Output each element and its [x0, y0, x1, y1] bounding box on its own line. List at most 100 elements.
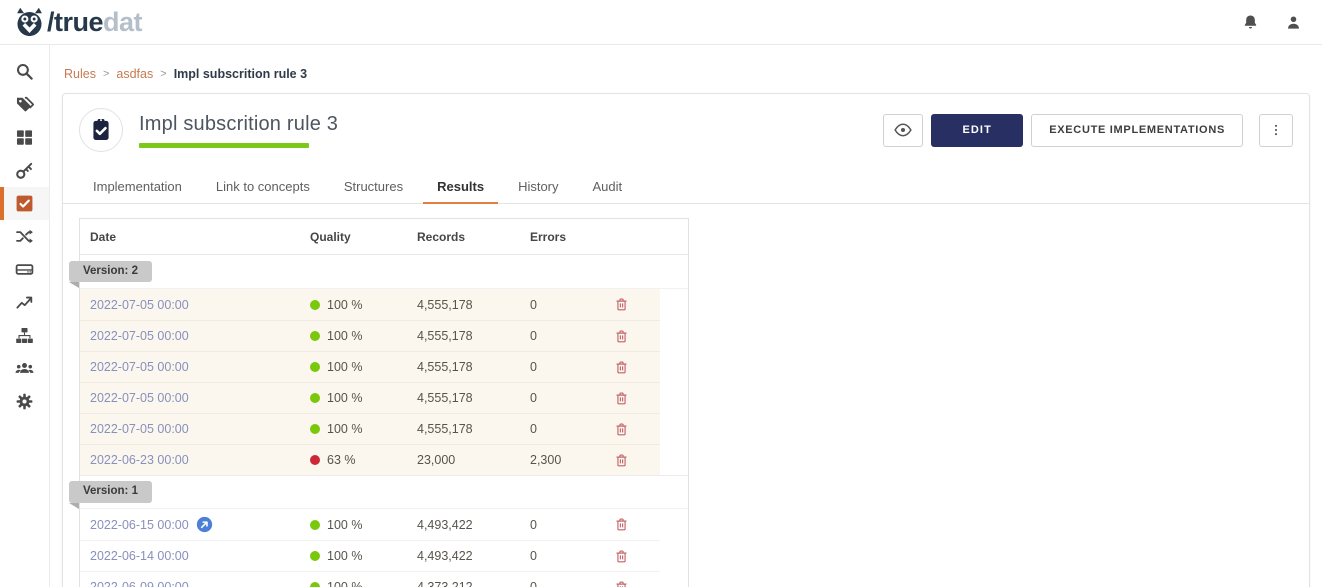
- records-value: 4,493,422: [407, 549, 520, 563]
- sidebar-item-tags[interactable]: [0, 88, 49, 121]
- errors-value: 0: [520, 549, 600, 563]
- column-header-quality: Quality: [300, 230, 407, 244]
- records-value: 23,000: [407, 453, 520, 467]
- drive-icon: [15, 260, 34, 279]
- delete-result-button[interactable]: [614, 453, 629, 468]
- sidebar: [0, 45, 50, 587]
- page-title: Impl subscrition rule 3: [139, 113, 338, 136]
- more-options-button[interactable]: [1259, 114, 1293, 147]
- errors-value: 0: [520, 360, 600, 374]
- records-value: 4,555,178: [407, 298, 520, 312]
- result-date-link[interactable]: 2022-06-14 00:00: [90, 549, 189, 563]
- grid-icon: [15, 128, 34, 147]
- sitemap-icon: [15, 326, 34, 345]
- errors-value: 0: [520, 391, 600, 405]
- errors-value: 0: [520, 422, 600, 436]
- sidebar-item-drive[interactable]: [0, 253, 49, 286]
- sidebar-item-users[interactable]: [0, 352, 49, 385]
- result-row: 2022-07-05 00:00 100 % 4,555,1780: [80, 320, 660, 351]
- delete-result-button[interactable]: [614, 549, 629, 564]
- errors-value: 0: [520, 298, 600, 312]
- delete-result-button[interactable]: [614, 360, 629, 375]
- sidebar-item-check-square[interactable]: [0, 187, 49, 220]
- result-date-link[interactable]: 2022-06-09 00:00: [90, 580, 189, 587]
- brand-wordmark: /truedat: [47, 9, 142, 36]
- sidebar-item-grid[interactable]: [0, 121, 49, 154]
- sidebar-item-search[interactable]: [0, 55, 49, 88]
- breadcrumb-link-asdfas[interactable]: asdfas: [116, 67, 153, 81]
- rule-card-header: Impl subscrition rule 3 EDIT EXECUTE IMP…: [63, 94, 1309, 152]
- records-value: 4,555,178: [407, 422, 520, 436]
- sidebar-item-shuffle[interactable]: [0, 220, 49, 253]
- promoted-arrow-icon[interactable]: [196, 516, 213, 533]
- result-row: 2022-06-23 00:0063 %23,0002,300: [80, 444, 660, 475]
- edit-button[interactable]: EDIT: [931, 114, 1023, 147]
- delete-result-button[interactable]: [614, 517, 629, 532]
- results-table: DateQualityRecordsErrors Version: 22022-…: [79, 218, 689, 587]
- check-square-icon: [15, 194, 34, 213]
- search-icon: [15, 62, 34, 81]
- records-value: 4,373,212: [407, 580, 520, 587]
- tab-structures[interactable]: Structures: [330, 170, 417, 204]
- tab-results[interactable]: Results: [423, 170, 498, 204]
- execute-implementations-button[interactable]: EXECUTE IMPLEMENTATIONS: [1031, 114, 1243, 147]
- quality-status-dot: [310, 551, 320, 561]
- quality-status-dot: [310, 520, 320, 530]
- result-date-link[interactable]: 2022-07-05 00:00: [90, 391, 189, 405]
- sidebar-item-key[interactable]: [0, 154, 49, 187]
- column-header-records: Records: [407, 230, 520, 244]
- quality-status-dot: [310, 331, 320, 341]
- result-row: 2022-06-14 00:00 100 % 4,493,4220: [80, 540, 660, 571]
- breadcrumb-separator: >: [103, 68, 109, 80]
- delete-result-button[interactable]: [614, 297, 629, 312]
- title-underline: [139, 143, 309, 148]
- result-date-link[interactable]: 2022-07-05 00:00: [90, 329, 189, 343]
- delete-result-button[interactable]: [614, 422, 629, 437]
- sidebar-item-gear[interactable]: [0, 385, 49, 418]
- result-date-link[interactable]: 2022-06-15 00:00: [90, 518, 189, 532]
- quality-value: 100 %: [327, 391, 362, 405]
- delete-result-button[interactable]: [614, 391, 629, 406]
- version-group-row: Version: 1: [80, 475, 688, 509]
- result-date-link[interactable]: 2022-06-23 00:00: [90, 453, 189, 467]
- result-date-link[interactable]: 2022-07-05 00:00: [90, 422, 189, 436]
- result-row: 2022-07-05 00:00100 %4,555,1780: [80, 382, 660, 413]
- tab-implementation[interactable]: Implementation: [79, 170, 196, 204]
- tab-audit[interactable]: Audit: [579, 170, 637, 204]
- records-value: 4,555,178: [407, 329, 520, 343]
- quality-value: 100 %: [327, 360, 362, 374]
- key-icon: [15, 161, 34, 180]
- delete-result-button[interactable]: [614, 329, 629, 344]
- result-date-link[interactable]: 2022-07-05 00:00: [90, 298, 189, 312]
- errors-value: 0: [520, 518, 600, 532]
- sidebar-item-chart[interactable]: [0, 286, 49, 319]
- sidebar-item-sitemap[interactable]: [0, 319, 49, 352]
- rule-tabs: ImplementationLink to conceptsStructures…: [63, 170, 1309, 204]
- notifications-bell-icon[interactable]: [1242, 14, 1259, 31]
- quality-value: 100 %: [327, 298, 362, 312]
- result-row: 2022-07-05 00:00100 %4,555,1780: [80, 413, 660, 444]
- quality-status-dot: [310, 424, 320, 434]
- delete-result-button[interactable]: [614, 580, 629, 587]
- preview-button[interactable]: [883, 114, 923, 147]
- breadcrumb-link-rules[interactable]: Rules: [64, 67, 96, 81]
- rule-card: Impl subscrition rule 3 EDIT EXECUTE IMP…: [62, 93, 1310, 587]
- result-date-link[interactable]: 2022-07-05 00:00: [90, 360, 189, 374]
- tab-link-to-concepts[interactable]: Link to concepts: [202, 170, 324, 204]
- quality-status-dot: [310, 455, 320, 465]
- shuffle-icon: [15, 227, 34, 246]
- main-content: Rules>asdfas>Impl subscrition rule 3 Imp…: [50, 45, 1322, 587]
- quality-status-dot: [310, 393, 320, 403]
- chart-icon: [15, 293, 34, 312]
- errors-value: 0: [520, 329, 600, 343]
- errors-value: 0: [520, 580, 600, 587]
- quality-value: 100 %: [327, 549, 362, 563]
- truedat-logo[interactable]: /truedat: [14, 7, 142, 38]
- user-profile-icon[interactable]: [1285, 14, 1302, 31]
- rule-actions: EDIT EXECUTE IMPLEMENTATIONS: [883, 114, 1293, 147]
- tab-history[interactable]: History: [504, 170, 572, 204]
- results-table-header: DateQualityRecordsErrors: [80, 219, 688, 255]
- quality-value: 100 %: [327, 329, 362, 343]
- rule-avatar: [79, 108, 123, 152]
- quality-status-dot: [310, 362, 320, 372]
